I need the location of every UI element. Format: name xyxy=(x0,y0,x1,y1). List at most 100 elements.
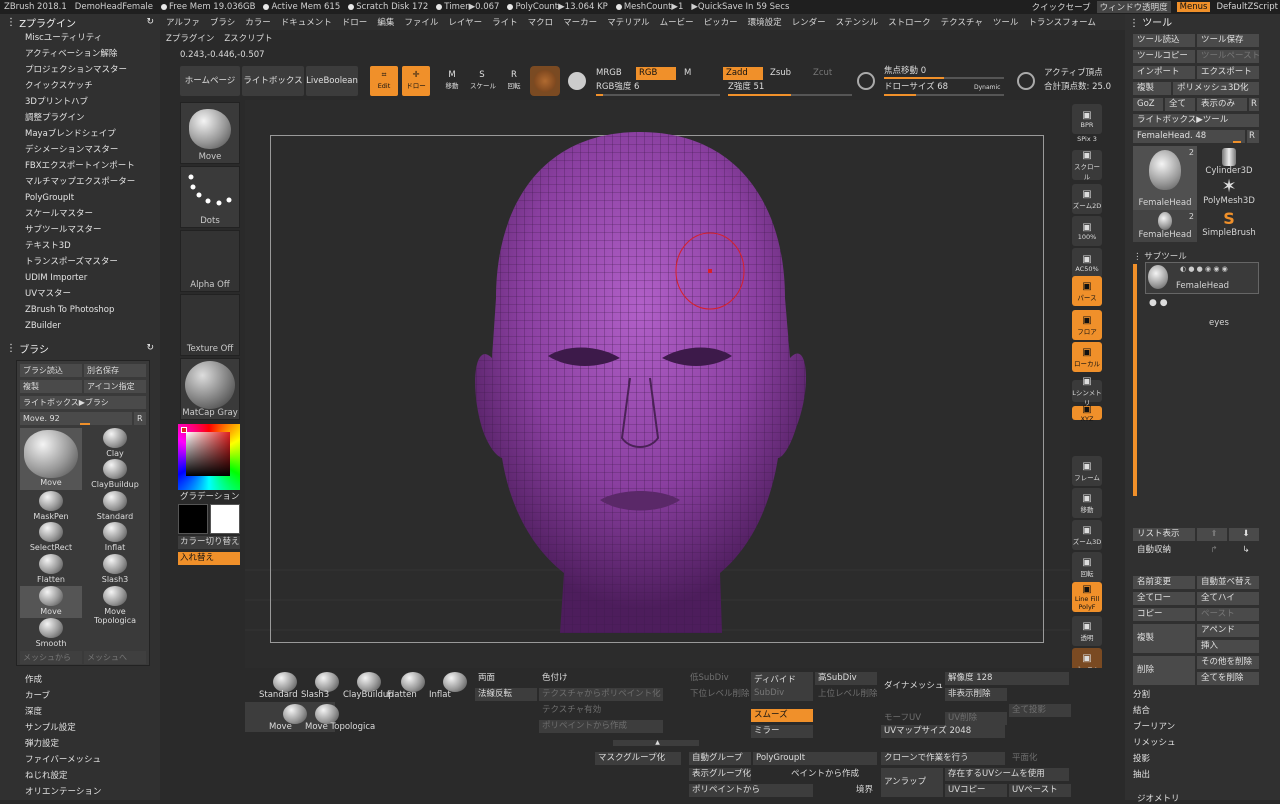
menu-item[interactable]: ブラシ xyxy=(210,16,235,28)
move-mode-button[interactable]: M 移動 xyxy=(440,66,464,96)
default-zscript-button[interactable]: DefaultZScript xyxy=(1216,2,1278,12)
plugin-item[interactable]: トランスポーズマスター xyxy=(0,254,160,270)
brush-section-item[interactable]: 作成 xyxy=(0,672,160,688)
zadd-button[interactable]: Zadd xyxy=(723,67,763,80)
quick-brush-item[interactable]: Standard xyxy=(259,672,305,702)
right-shelf-button[interactable]: ▣ ローカル xyxy=(1072,342,1102,372)
right-shelf-button[interactable]: ▣ フレーム xyxy=(1072,456,1102,486)
texture-on-button[interactable]: テクスチャ有効 xyxy=(539,704,663,717)
alpha-slot[interactable]: Alpha Off xyxy=(180,230,240,292)
brush-item[interactable]: Slash3 xyxy=(84,554,146,586)
plugin-item[interactable]: テキスト3D xyxy=(0,238,160,254)
mrgb-button[interactable]: MRGB xyxy=(596,67,632,80)
tool-section-item[interactable]: 分割 xyxy=(1133,688,1150,700)
brush-header[interactable]: ⋮ ブラシ ↻ xyxy=(0,340,160,356)
plugin-item[interactable]: サブツールマスター xyxy=(0,222,160,238)
tool-section-item[interactable]: 抽出 xyxy=(1133,768,1150,780)
menus-button[interactable]: Menus xyxy=(1176,2,1211,12)
rgb-button[interactable]: RGB xyxy=(636,67,676,80)
brush-clone-button[interactable]: 複製 xyxy=(20,380,82,393)
menu-item[interactable]: レイヤー xyxy=(448,16,482,28)
menu-item[interactable]: ストローク xyxy=(888,16,931,28)
right-shelf-button[interactable]: ▣ XYZ xyxy=(1072,404,1102,423)
menu-item[interactable]: ムービー xyxy=(660,16,694,28)
quick-brush-item[interactable]: Move Topologica xyxy=(305,704,375,734)
draw-button[interactable]: ✛ ドロー xyxy=(402,66,430,96)
right-shelf-button[interactable]: ▣ BPR xyxy=(1072,104,1102,134)
female-head-mesh[interactable] xyxy=(460,128,820,648)
delete-lower-button[interactable]: 下位レベル削除 xyxy=(687,688,749,701)
goz-button[interactable]: GoZ xyxy=(1133,98,1163,111)
double-button[interactable]: 両面 xyxy=(475,672,537,685)
plugin-item[interactable]: ZBuilder xyxy=(0,318,160,334)
stroke-slot[interactable]: Dots xyxy=(180,166,240,228)
group-from-polypaint-button[interactable]: ポリペイントから xyxy=(689,784,813,797)
menu-item[interactable]: ピッカー xyxy=(704,16,738,28)
make-polymesh3d-button[interactable]: ポリメッシュ3D化 xyxy=(1173,82,1259,95)
plugin-item[interactable]: アクティベーション解除 xyxy=(0,46,160,62)
right-shelf-button[interactable]: ▣ スクロール xyxy=(1072,150,1102,181)
plugin-item[interactable]: UDIM Importer xyxy=(0,270,160,286)
uv-delete-button[interactable]: UV削除 xyxy=(945,712,1007,725)
brush-section-item[interactable]: カーブ xyxy=(0,688,160,704)
subtool-scrollbar[interactable] xyxy=(1133,264,1137,496)
menu-item[interactable]: 編集 xyxy=(377,16,394,28)
delete-all-button[interactable]: 全てを削除 xyxy=(1197,672,1259,685)
subtool-row-eyes[interactable]: ● ● eyes xyxy=(1145,296,1259,328)
plugin-item[interactable]: 調整プラグイン xyxy=(0,110,160,126)
tool-thumb-femalehead-main[interactable]: 2 FemaleHead xyxy=(1133,146,1197,210)
points-icon-button[interactable] xyxy=(1014,66,1038,96)
move-up-icon[interactable]: ⬆ xyxy=(1197,528,1227,541)
subtool-row-femalehead[interactable]: ◐ ● ● ◉ ◉ ◉ FemaleHead xyxy=(1145,262,1259,294)
higher-subdiv-button[interactable]: 高SubDiv xyxy=(815,672,877,685)
menu-item[interactable]: ドロー xyxy=(342,16,368,28)
right-shelf-button[interactable]: ▣ 回転 xyxy=(1072,552,1102,582)
swap-button[interactable]: 入れ替え xyxy=(178,552,240,565)
brush-item[interactable]: MaskPen xyxy=(20,491,82,523)
plugin-item[interactable]: UVマスター xyxy=(0,286,160,302)
liveboolean-button[interactable]: LiveBoolean xyxy=(306,66,358,96)
rename-button[interactable]: 名前変更 xyxy=(1133,576,1195,589)
current-tool-slider[interactable]: FemaleHead. 48 xyxy=(1133,130,1245,143)
plugin-item[interactable]: スケールマスター xyxy=(0,206,160,222)
menu-item[interactable]: ステンシル xyxy=(836,16,879,28)
current-brush[interactable]: Move xyxy=(20,428,82,490)
move-brush-slider[interactable]: Move. 92 xyxy=(20,412,132,425)
menu-item[interactable]: マテリアル xyxy=(607,16,649,28)
tool-paste-button[interactable]: ツールペースト xyxy=(1197,50,1259,63)
menu-item[interactable]: トランスフォーム xyxy=(1028,16,1096,28)
brush-section-item[interactable]: ファイバーメッシュ xyxy=(0,752,160,768)
tool-section-item[interactable]: リメッシュ xyxy=(1133,736,1176,748)
plugin-item[interactable]: クイックスケッチ xyxy=(0,78,160,94)
plugin-item[interactable]: Miscユーティリティ xyxy=(0,30,160,46)
secondary-color-swatch[interactable] xyxy=(210,504,240,534)
uv-paste-button[interactable]: UVペースト xyxy=(1009,784,1071,797)
menu-item[interactable]: ライト xyxy=(492,16,518,28)
rgb-intensity-slider[interactable]: RGB強度 6 xyxy=(596,81,720,94)
tool-section-item[interactable]: ブーリアン xyxy=(1133,720,1175,732)
refresh-icon[interactable]: ↻ xyxy=(146,343,154,353)
brush-item[interactable]: Move Topologica xyxy=(84,586,146,625)
arrow-down-icon[interactable]: ↳ xyxy=(1229,544,1259,557)
plugin-item[interactable]: PolyGroupIt xyxy=(0,190,160,206)
auto-sort-button[interactable]: 自動並べ替え xyxy=(1197,576,1259,589)
window-transparency-button[interactable]: ウィンドウ透明度 xyxy=(1096,1,1171,13)
right-shelf-button[interactable]: ▣ パース xyxy=(1072,276,1102,306)
plugin-item[interactable]: FBXエクスポートインポート xyxy=(0,158,160,174)
tool-copy-button[interactable]: ツールコピー xyxy=(1133,50,1195,63)
menu-item[interactable]: マクロ xyxy=(528,16,554,28)
refresh-icon[interactable]: ↻ xyxy=(146,17,154,27)
tool-section-item[interactable]: 投影 xyxy=(1133,752,1150,764)
smooth-button[interactable]: スムーズ xyxy=(751,709,813,722)
subtool-header[interactable]: ⋮ サブツール xyxy=(1133,250,1187,262)
import-button[interactable]: インポート xyxy=(1133,66,1195,79)
edit-button[interactable]: ⌗ Edit xyxy=(370,66,398,96)
resolution-slider[interactable]: 解像度 128 xyxy=(945,672,1069,685)
poly-from-paint-button[interactable]: ポリペイントから作成 xyxy=(539,720,663,733)
from-mesh-button[interactable]: メッシュから xyxy=(20,651,82,664)
unwrap-button[interactable]: アンラップ xyxy=(881,768,943,797)
zplugin-header[interactable]: ⋮ Zプラグイン ↻ xyxy=(0,14,160,30)
tool-save-button[interactable]: ツール保存 xyxy=(1197,34,1259,47)
gradation-label[interactable]: グラデーション xyxy=(180,490,239,502)
quick-save-button[interactable]: クイックセーブ xyxy=(1032,1,1091,13)
